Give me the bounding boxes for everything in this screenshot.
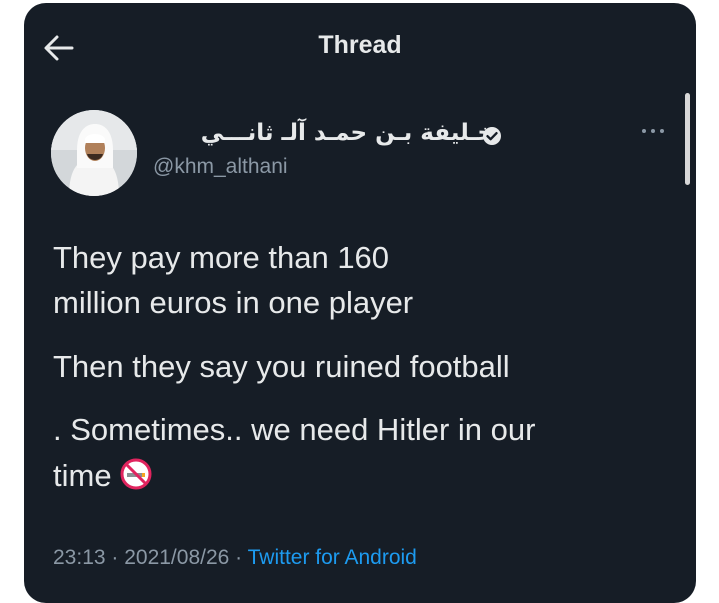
avatar-image (51, 110, 137, 196)
scrollbar[interactable] (685, 93, 690, 185)
tweet-text-line: They pay more than 160 (53, 240, 390, 275)
tweet-source-link[interactable]: Twitter for Android (248, 546, 417, 569)
author-row: خـليفة بـن حمـد آلـ ثانـــي (154, 120, 554, 150)
no-smoking-emoji-icon (120, 458, 152, 490)
author-display-name[interactable]: خـليفة بـن حمـد آلـ ثانـــي (201, 120, 494, 146)
author-handle[interactable]: @khm_althani (153, 155, 288, 179)
tweet-text-line: Then they say you ruined football (53, 349, 510, 384)
thread-screen: Thread خـليفة بـن حمـد آلـ ثانـــي @khm_… (24, 3, 696, 603)
more-dots-icon[interactable] (638, 121, 668, 141)
tweet-text-line: million euros in one player (53, 285, 414, 320)
thread-header: Thread (24, 3, 696, 87)
tweet-text-line-last: time (53, 454, 152, 497)
avatar[interactable] (51, 110, 137, 196)
tweet-meta: 23:13 · 2021/08/26 · Twitter for Android (53, 546, 417, 570)
tweet-timestamp[interactable]: 23:13 · 2021/08/26 · (53, 546, 248, 569)
tweet-text-word: time (53, 458, 112, 493)
verified-badge-icon (483, 127, 501, 145)
page-title: Thread (318, 31, 402, 59)
tweet-text-line: . Sometimes.. we need Hitler in our (53, 412, 536, 447)
